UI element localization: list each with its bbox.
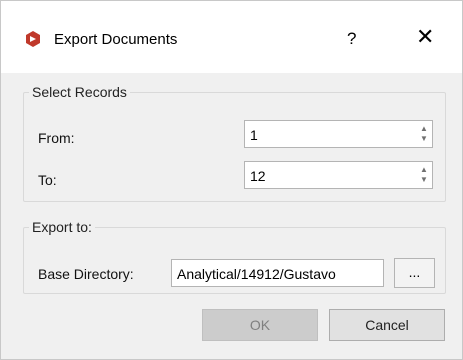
from-label: From:	[38, 130, 75, 146]
to-label: To:	[38, 172, 57, 188]
spin-up-icon[interactable]: ▲	[419, 165, 429, 175]
base-directory-input[interactable]: Analytical/14912/Gustavo	[171, 259, 384, 287]
spin-down-icon[interactable]: ▼	[419, 134, 429, 144]
app-logo-icon	[26, 31, 40, 47]
close-icon[interactable]: ✕	[416, 25, 434, 50]
browse-button[interactable]: ...	[394, 258, 435, 288]
from-value: 1	[250, 127, 258, 143]
to-value: 12	[250, 168, 266, 184]
select-records-legend: Select Records	[32, 84, 127, 100]
to-spin-arrows[interactable]: ▲ ▼	[419, 165, 429, 185]
cancel-button[interactable]: Cancel	[329, 309, 445, 341]
spin-up-icon[interactable]: ▲	[419, 124, 429, 134]
spin-down-icon[interactable]: ▼	[419, 175, 429, 185]
to-spinbox[interactable]: 12 ▲ ▼	[244, 161, 433, 189]
help-button[interactable]: ?	[347, 29, 356, 49]
base-directory-value: Analytical/14912/Gustavo	[177, 266, 336, 282]
from-spinbox[interactable]: 1 ▲ ▼	[244, 120, 433, 148]
export-to-legend: Export to:	[32, 219, 92, 235]
export-documents-dialog: Export Documents ? ✕ Select Records From…	[0, 0, 463, 360]
dialog-title: Export Documents	[54, 31, 178, 48]
from-spin-arrows[interactable]: ▲ ▼	[419, 124, 429, 144]
base-directory-label: Base Directory:	[38, 266, 134, 282]
title-bar: Export Documents ? ✕	[1, 1, 462, 73]
ok-button[interactable]: OK	[202, 309, 318, 341]
